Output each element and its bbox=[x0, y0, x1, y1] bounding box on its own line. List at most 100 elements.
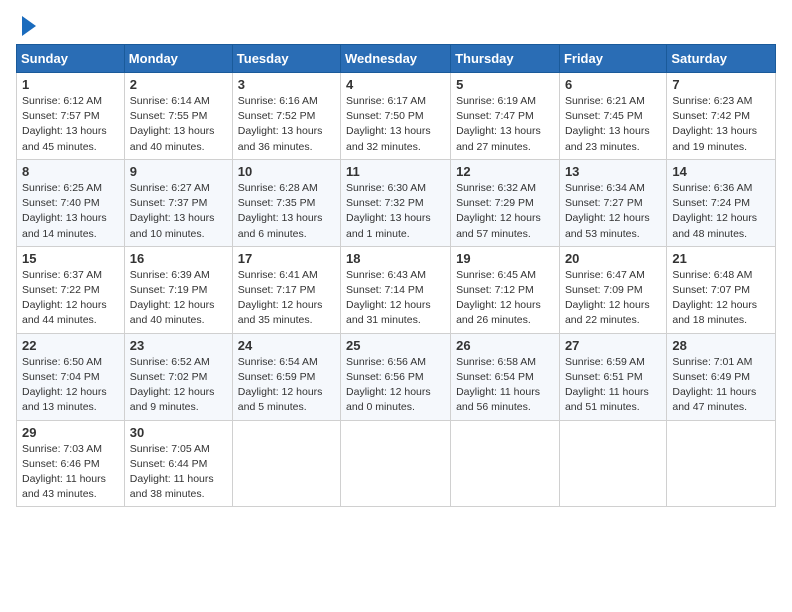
day-content: Sunrise: 6:59 AM Sunset: 6:51 PM Dayligh… bbox=[565, 355, 661, 416]
calendar-day-cell: 30 Sunrise: 7:05 AM Sunset: 6:44 PM Dayl… bbox=[124, 420, 232, 507]
daylight-text: Daylight: 12 hours and 5 minutes. bbox=[238, 386, 323, 413]
day-header-wednesday: Wednesday bbox=[341, 45, 451, 73]
empty-cell bbox=[232, 420, 340, 507]
daylight-text: Daylight: 11 hours and 47 minutes. bbox=[672, 386, 756, 413]
empty-cell bbox=[559, 420, 666, 507]
sunset-text: Sunset: 7:09 PM bbox=[565, 284, 643, 296]
sunset-text: Sunset: 7:47 PM bbox=[456, 110, 534, 122]
day-number: 30 bbox=[130, 425, 227, 440]
sunrise-text: Sunrise: 6:52 AM bbox=[130, 356, 210, 368]
sunset-text: Sunset: 6:46 PM bbox=[22, 458, 100, 470]
day-content: Sunrise: 6:17 AM Sunset: 7:50 PM Dayligh… bbox=[346, 94, 445, 155]
day-number: 28 bbox=[672, 338, 770, 353]
day-content: Sunrise: 6:27 AM Sunset: 7:37 PM Dayligh… bbox=[130, 181, 227, 242]
daylight-text: Daylight: 13 hours and 45 minutes. bbox=[22, 125, 107, 152]
day-content: Sunrise: 7:05 AM Sunset: 6:44 PM Dayligh… bbox=[130, 442, 227, 503]
calendar-day-cell: 24 Sunrise: 6:54 AM Sunset: 6:59 PM Dayl… bbox=[232, 333, 340, 420]
sunrise-text: Sunrise: 6:12 AM bbox=[22, 95, 102, 107]
calendar-day-cell: 13 Sunrise: 6:34 AM Sunset: 7:27 PM Dayl… bbox=[559, 159, 666, 246]
calendar-week-row: 8 Sunrise: 6:25 AM Sunset: 7:40 PM Dayli… bbox=[17, 159, 776, 246]
day-content: Sunrise: 7:03 AM Sunset: 6:46 PM Dayligh… bbox=[22, 442, 119, 503]
calendar-day-cell: 8 Sunrise: 6:25 AM Sunset: 7:40 PM Dayli… bbox=[17, 159, 125, 246]
day-number: 22 bbox=[22, 338, 119, 353]
day-number: 26 bbox=[456, 338, 554, 353]
day-number: 17 bbox=[238, 251, 335, 266]
daylight-text: Daylight: 12 hours and 40 minutes. bbox=[130, 299, 215, 326]
sunrise-text: Sunrise: 6:14 AM bbox=[130, 95, 210, 107]
sunset-text: Sunset: 7:14 PM bbox=[346, 284, 424, 296]
day-content: Sunrise: 6:34 AM Sunset: 7:27 PM Dayligh… bbox=[565, 181, 661, 242]
day-content: Sunrise: 6:14 AM Sunset: 7:55 PM Dayligh… bbox=[130, 94, 227, 155]
day-number: 8 bbox=[22, 164, 119, 179]
daylight-text: Daylight: 12 hours and 35 minutes. bbox=[238, 299, 323, 326]
day-number: 6 bbox=[565, 77, 661, 92]
day-number: 21 bbox=[672, 251, 770, 266]
day-number: 10 bbox=[238, 164, 335, 179]
daylight-text: Daylight: 13 hours and 14 minutes. bbox=[22, 212, 107, 239]
day-number: 20 bbox=[565, 251, 661, 266]
day-content: Sunrise: 6:30 AM Sunset: 7:32 PM Dayligh… bbox=[346, 181, 445, 242]
calendar-day-cell: 3 Sunrise: 6:16 AM Sunset: 7:52 PM Dayli… bbox=[232, 73, 340, 160]
sunrise-text: Sunrise: 6:56 AM bbox=[346, 356, 426, 368]
day-number: 29 bbox=[22, 425, 119, 440]
sunrise-text: Sunrise: 7:05 AM bbox=[130, 443, 210, 455]
day-number: 4 bbox=[346, 77, 445, 92]
day-number: 27 bbox=[565, 338, 661, 353]
day-content: Sunrise: 6:54 AM Sunset: 6:59 PM Dayligh… bbox=[238, 355, 335, 416]
daylight-text: Daylight: 13 hours and 19 minutes. bbox=[672, 125, 757, 152]
sunrise-text: Sunrise: 6:16 AM bbox=[238, 95, 318, 107]
sunset-text: Sunset: 7:32 PM bbox=[346, 197, 424, 209]
day-number: 7 bbox=[672, 77, 770, 92]
daylight-text: Daylight: 12 hours and 9 minutes. bbox=[130, 386, 215, 413]
sunset-text: Sunset: 6:51 PM bbox=[565, 371, 643, 383]
calendar-day-cell: 19 Sunrise: 6:45 AM Sunset: 7:12 PM Dayl… bbox=[451, 246, 560, 333]
sunrise-text: Sunrise: 6:36 AM bbox=[672, 182, 752, 194]
calendar-day-cell: 10 Sunrise: 6:28 AM Sunset: 7:35 PM Dayl… bbox=[232, 159, 340, 246]
sunrise-text: Sunrise: 7:03 AM bbox=[22, 443, 102, 455]
calendar-day-cell: 15 Sunrise: 6:37 AM Sunset: 7:22 PM Dayl… bbox=[17, 246, 125, 333]
sunrise-text: Sunrise: 6:25 AM bbox=[22, 182, 102, 194]
calendar-day-cell: 26 Sunrise: 6:58 AM Sunset: 6:54 PM Dayl… bbox=[451, 333, 560, 420]
sunset-text: Sunset: 7:07 PM bbox=[672, 284, 750, 296]
sunrise-text: Sunrise: 6:30 AM bbox=[346, 182, 426, 194]
sunset-text: Sunset: 7:19 PM bbox=[130, 284, 208, 296]
day-content: Sunrise: 6:50 AM Sunset: 7:04 PM Dayligh… bbox=[22, 355, 119, 416]
sunrise-text: Sunrise: 6:28 AM bbox=[238, 182, 318, 194]
calendar-header-row: SundayMondayTuesdayWednesdayThursdayFrid… bbox=[17, 45, 776, 73]
sunset-text: Sunset: 7:57 PM bbox=[22, 110, 100, 122]
sunrise-text: Sunrise: 6:27 AM bbox=[130, 182, 210, 194]
sunset-text: Sunset: 7:52 PM bbox=[238, 110, 316, 122]
sunrise-text: Sunrise: 7:01 AM bbox=[672, 356, 752, 368]
daylight-text: Daylight: 12 hours and 22 minutes. bbox=[565, 299, 650, 326]
day-content: Sunrise: 6:19 AM Sunset: 7:47 PM Dayligh… bbox=[456, 94, 554, 155]
calendar-day-cell: 14 Sunrise: 6:36 AM Sunset: 7:24 PM Dayl… bbox=[667, 159, 776, 246]
empty-cell bbox=[341, 420, 451, 507]
sunrise-text: Sunrise: 6:48 AM bbox=[672, 269, 752, 281]
day-content: Sunrise: 6:21 AM Sunset: 7:45 PM Dayligh… bbox=[565, 94, 661, 155]
day-number: 11 bbox=[346, 164, 445, 179]
calendar-day-cell: 29 Sunrise: 7:03 AM Sunset: 6:46 PM Dayl… bbox=[17, 420, 125, 507]
calendar-day-cell: 11 Sunrise: 6:30 AM Sunset: 7:32 PM Dayl… bbox=[341, 159, 451, 246]
daylight-text: Daylight: 12 hours and 13 minutes. bbox=[22, 386, 107, 413]
day-number: 3 bbox=[238, 77, 335, 92]
day-number: 9 bbox=[130, 164, 227, 179]
day-number: 16 bbox=[130, 251, 227, 266]
day-number: 14 bbox=[672, 164, 770, 179]
daylight-text: Daylight: 12 hours and 44 minutes. bbox=[22, 299, 107, 326]
sunset-text: Sunset: 7:35 PM bbox=[238, 197, 316, 209]
daylight-text: Daylight: 13 hours and 32 minutes. bbox=[346, 125, 431, 152]
calendar-week-row: 29 Sunrise: 7:03 AM Sunset: 6:46 PM Dayl… bbox=[17, 420, 776, 507]
calendar-day-cell: 6 Sunrise: 6:21 AM Sunset: 7:45 PM Dayli… bbox=[559, 73, 666, 160]
calendar-day-cell: 21 Sunrise: 6:48 AM Sunset: 7:07 PM Dayl… bbox=[667, 246, 776, 333]
day-content: Sunrise: 6:28 AM Sunset: 7:35 PM Dayligh… bbox=[238, 181, 335, 242]
sunset-text: Sunset: 7:17 PM bbox=[238, 284, 316, 296]
daylight-text: Daylight: 12 hours and 26 minutes. bbox=[456, 299, 541, 326]
day-number: 13 bbox=[565, 164, 661, 179]
daylight-text: Daylight: 11 hours and 38 minutes. bbox=[130, 473, 214, 500]
sunset-text: Sunset: 7:40 PM bbox=[22, 197, 100, 209]
calendar-week-row: 22 Sunrise: 6:50 AM Sunset: 7:04 PM Dayl… bbox=[17, 333, 776, 420]
day-content: Sunrise: 6:48 AM Sunset: 7:07 PM Dayligh… bbox=[672, 268, 770, 329]
logo-triangle-icon bbox=[22, 16, 36, 36]
calendar-day-cell: 25 Sunrise: 6:56 AM Sunset: 6:56 PM Dayl… bbox=[341, 333, 451, 420]
day-content: Sunrise: 7:01 AM Sunset: 6:49 PM Dayligh… bbox=[672, 355, 770, 416]
